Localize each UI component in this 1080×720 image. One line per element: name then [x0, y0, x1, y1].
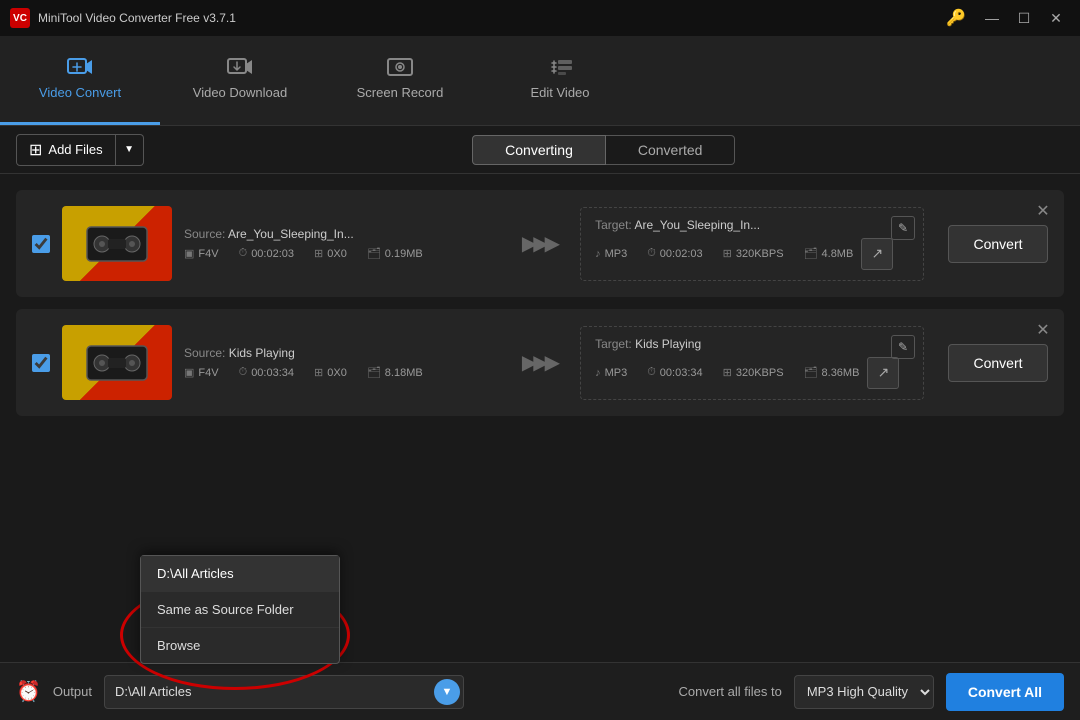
- file-card-1: ✕ Source: Are_You_Sleeping_In...: [16, 190, 1064, 297]
- source-duration-2: ⏱ 00:03:34: [239, 366, 294, 379]
- convert-all-files-label: Convert all files to: [679, 684, 782, 699]
- format-selector[interactable]: MP3 High QualityMP3 128kbpsMP3 320kbpsAA…: [794, 675, 934, 709]
- source-resolution-1: ⊞ 0X0: [314, 247, 347, 260]
- screen-record-icon: [386, 55, 414, 79]
- cassette-visual-2: [82, 338, 152, 388]
- target-format-2: ♪ MP3: [595, 366, 627, 379]
- output-label: Output: [53, 684, 92, 699]
- title-bar: VC MiniTool Video Converter Free v3.7.1 …: [0, 0, 1080, 36]
- file-thumbnail-1: [62, 206, 172, 281]
- edit-video-icon: [546, 55, 574, 79]
- dropdown-item-path[interactable]: D:\All Articles: [141, 556, 339, 592]
- target-line-2: Target: Kids Playing: [595, 337, 909, 351]
- minimize-button[interactable]: —: [978, 6, 1006, 30]
- nav-screen-record[interactable]: Screen Record: [320, 36, 480, 125]
- close-button[interactable]: ✕: [1042, 6, 1070, 30]
- source-meta-2: ▣ F4V ⏱ 00:03:34 ⊞ 0X0 🗂 8.18MB: [184, 366, 498, 379]
- target-duration-2: ⏱ 00:03:34: [647, 366, 702, 379]
- open-folder-button-2[interactable]: ↗: [867, 357, 899, 389]
- tabs: Converting Converted: [472, 135, 735, 165]
- tab-converted[interactable]: Converted: [606, 135, 736, 165]
- target-area-1: ✎ Target: Are_You_Sleeping_In... ♪ MP3 ⏱…: [580, 207, 924, 281]
- open-folder-button-1[interactable]: ↗: [861, 238, 893, 270]
- nav-screen-record-label: Screen Record: [357, 85, 444, 100]
- add-files-dropdown-button[interactable]: ▼: [116, 134, 144, 166]
- source-format-2: ▣ F4V: [184, 366, 219, 379]
- key-icon: 🔑: [946, 8, 966, 28]
- output-input-wrapper: ▼: [104, 675, 464, 709]
- target-bitrate-1: ⊞ 320KBPS: [723, 247, 784, 260]
- target-meta-1: ♪ MP3 ⏱ 00:02:03 ⊞ 320KBPS 🗂 4.8MB: [595, 238, 909, 270]
- bottom-bar: ⏰ Output ▼ Convert all files to MP3 High…: [0, 662, 1080, 720]
- dropdown-item-browse[interactable]: Browse: [141, 628, 339, 663]
- file-checkbox-2[interactable]: [32, 354, 50, 372]
- add-files-label: Add Files: [48, 142, 102, 157]
- file-checkbox-1[interactable]: [32, 235, 50, 253]
- nav-video-convert-label: Video Convert: [39, 85, 121, 100]
- target-duration-1: ⏱ 00:02:03: [647, 247, 702, 260]
- folder-icon-1: ↗: [871, 245, 883, 262]
- source-format-1: ▣ F4V: [184, 247, 219, 260]
- chevron-down-icon: ▼: [124, 144, 134, 155]
- title-text: MiniTool Video Converter Free v3.7.1: [38, 11, 236, 25]
- arrow-1: ▶▶▶: [510, 231, 568, 256]
- target-edit-button-2[interactable]: ✎: [891, 335, 915, 359]
- target-line-1: Target: Are_You_Sleeping_In...: [595, 218, 909, 232]
- source-line-2: Source: Kids Playing: [184, 346, 498, 360]
- target-name-2: Kids Playing: [635, 337, 701, 351]
- source-duration-1: ⏱ 00:02:03: [239, 247, 294, 260]
- nav-video-download-label: Video Download: [193, 85, 287, 100]
- file-thumbnail-2: [62, 325, 172, 400]
- video-convert-icon: [66, 55, 94, 79]
- output-dropdown-menu: D:\All Articles Same as Source Folder Br…: [140, 555, 340, 664]
- target-area-2: ✎ Target: Kids Playing ♪ MP3 ⏱ 00:03:34: [580, 326, 924, 400]
- target-size-2: 🗂 8.36MB: [804, 366, 860, 379]
- clock-icon: ⏰: [16, 679, 41, 704]
- add-files-plus-icon: ⊞: [29, 140, 42, 160]
- output-dropdown-button[interactable]: ▼: [434, 679, 460, 705]
- file-close-button-2[interactable]: ✕: [1032, 319, 1054, 341]
- output-path-input[interactable]: [104, 675, 464, 709]
- arrow-2: ▶▶▶: [510, 350, 568, 375]
- toolbar: ⊞ Add Files ▼ Converting Converted: [0, 126, 1080, 174]
- convert-all-button[interactable]: Convert All: [946, 673, 1064, 711]
- convert-button-2[interactable]: Convert: [948, 344, 1048, 382]
- nav-edit-video-label: Edit Video: [530, 85, 589, 100]
- source-name-2: Kids Playing: [229, 346, 295, 360]
- target-meta-2: ♪ MP3 ⏱ 00:03:34 ⊞ 320KBPS 🗂 8.36MB: [595, 357, 909, 389]
- tab-converting[interactable]: Converting: [472, 135, 606, 165]
- dropdown-item-same-source[interactable]: Same as Source Folder: [141, 592, 339, 628]
- nav-video-download[interactable]: Video Download: [160, 36, 320, 125]
- file-close-button-1[interactable]: ✕: [1032, 200, 1054, 222]
- file-info-2: Source: Kids Playing ▣ F4V ⏱ 00:03:34 ⊞ …: [184, 346, 498, 379]
- nav-edit-video[interactable]: Edit Video: [480, 36, 640, 125]
- target-format-1: ♪ MP3: [595, 247, 627, 260]
- title-controls: 🔑 — ☐ ✕: [946, 6, 1070, 30]
- app-logo: VC: [10, 8, 30, 28]
- chevron-down-small-icon: ▼: [441, 686, 452, 698]
- video-download-icon: [226, 55, 254, 79]
- source-resolution-2: ⊞ 0X0: [314, 366, 347, 379]
- title-bar-left: VC MiniTool Video Converter Free v3.7.1: [10, 8, 236, 28]
- target-edit-button-1[interactable]: ✎: [891, 216, 915, 240]
- folder-icon-2: ↗: [878, 364, 890, 381]
- source-name-1: Are_You_Sleeping_In...: [228, 227, 354, 241]
- source-line-1: Source: Are_You_Sleeping_In...: [184, 227, 498, 241]
- nav-bar: Video Convert Video Download Screen Reco…: [0, 36, 1080, 126]
- source-meta-1: ▣ F4V ⏱ 00:02:03 ⊞ 0X0 🗂 0.19MB: [184, 247, 498, 260]
- file-info-1: Source: Are_You_Sleeping_In... ▣ F4V ⏱ 0…: [184, 227, 498, 260]
- nav-video-convert[interactable]: Video Convert: [0, 36, 160, 125]
- add-files-button[interactable]: ⊞ Add Files: [16, 134, 116, 166]
- target-bitrate-2: ⊞ 320KBPS: [723, 366, 784, 379]
- convert-button-1[interactable]: Convert: [948, 225, 1048, 263]
- file-card-2: ✕ Source: Kids Playing ▣: [16, 309, 1064, 416]
- source-size-1: 🗂 0.19MB: [367, 247, 423, 260]
- target-size-1: 🗂 4.8MB: [804, 247, 854, 260]
- cassette-visual-1: [82, 219, 152, 269]
- maximize-button[interactable]: ☐: [1010, 6, 1038, 30]
- target-name-1: Are_You_Sleeping_In...: [634, 218, 760, 232]
- source-size-2: 🗂 8.18MB: [367, 366, 423, 379]
